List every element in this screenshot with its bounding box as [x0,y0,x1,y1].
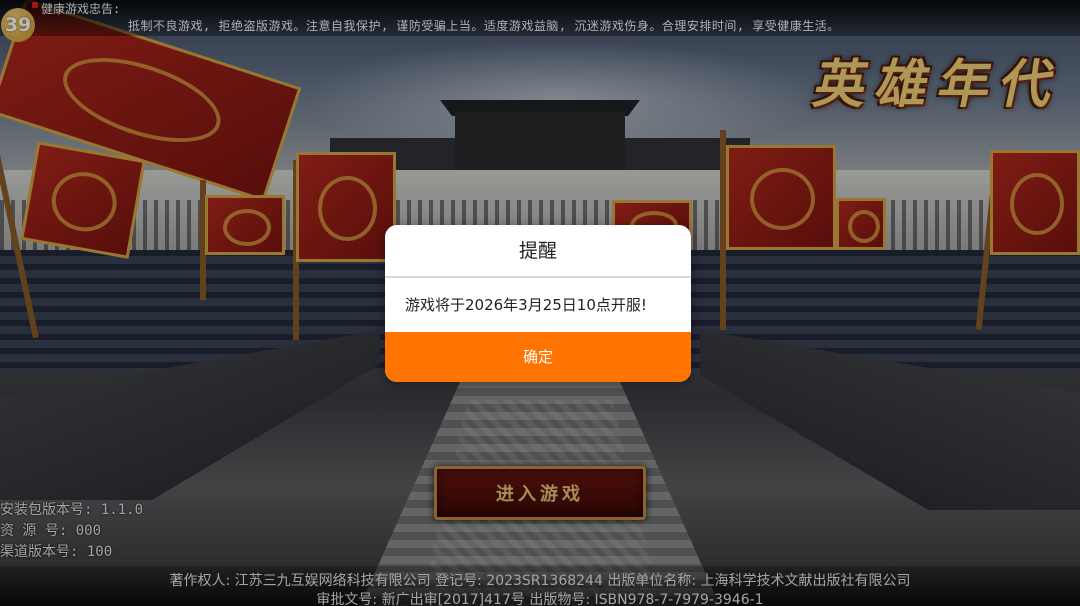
reminder-dialog: 提醒 游戏将于2026年3月25日10点开服! 确定 [385,225,691,382]
dialog-divider [385,276,691,278]
confirm-button[interactable]: 确定 [385,332,691,382]
dialog-message: 游戏将于2026年3月25日10点开服! [405,296,647,314]
dialog-title: 提醒 [518,240,557,262]
